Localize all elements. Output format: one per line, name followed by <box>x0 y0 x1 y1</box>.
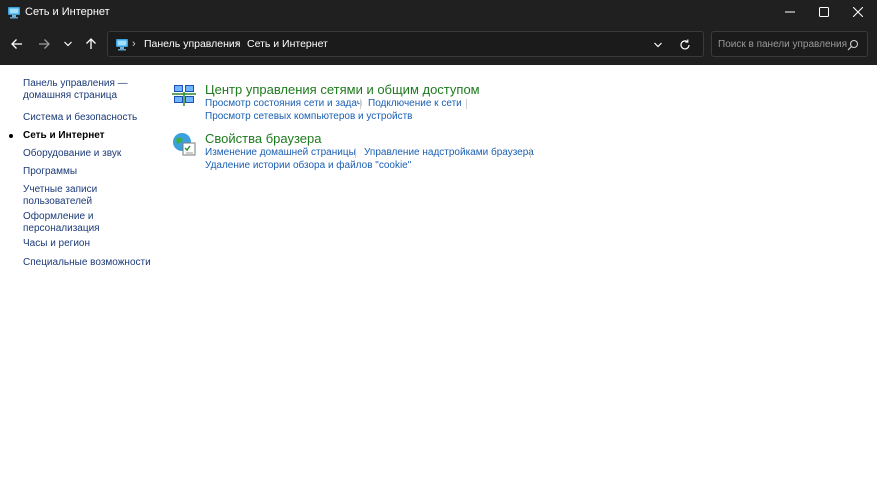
browser-properties-icon[interactable] <box>171 131 197 157</box>
sidebar-item-system-security[interactable]: Система и безопасность <box>23 112 153 124</box>
recent-locations-button[interactable] <box>58 34 78 54</box>
arrow-right-icon <box>39 39 50 49</box>
sidebar-item-clock-region[interactable]: Часы и регион <box>23 238 153 250</box>
chevron-down-icon <box>64 41 72 47</box>
up-button[interactable] <box>81 34 101 54</box>
search-icon[interactable] <box>847 38 859 51</box>
title-bar: Сеть и Интернет <box>0 0 877 24</box>
breadcrumb-separator-icon[interactable]: › <box>132 37 136 51</box>
forward-button[interactable] <box>34 34 54 54</box>
close-button[interactable] <box>841 0 875 24</box>
link-separator <box>530 148 531 158</box>
sidebar-item-accessibility[interactable]: Специальные возможности <box>23 257 153 269</box>
control-panel-window: Сеть и Интернет › Панель управления › Се… <box>0 0 877 494</box>
refresh-icon <box>680 39 690 50</box>
maximize-icon <box>819 7 829 17</box>
link-view-network-status[interactable]: Просмотр состояния сети и задач <box>205 98 362 110</box>
link-manage-addons[interactable]: Управление надстройками браузера <box>364 147 534 159</box>
sidebar-item-hardware-sound[interactable]: Оборудование и звук <box>23 148 153 160</box>
control-panel-icon <box>115 37 129 51</box>
link-change-home-page[interactable]: Изменение домашней страницы <box>205 147 356 159</box>
close-icon <box>853 7 863 17</box>
arrow-left-icon <box>11 39 22 49</box>
sidebar-item-user-accounts[interactable]: Учетные записи пользователей <box>23 184 153 207</box>
sidebar-item-programs[interactable]: Программы <box>23 166 153 178</box>
network-center-icon[interactable] <box>171 82 197 108</box>
breadcrumb-control-panel[interactable]: Панель управления <box>144 38 240 51</box>
window-title: Сеть и Интернет <box>25 6 110 18</box>
sidebar-item-label: Панель управления — <box>23 78 128 89</box>
breadcrumb-network-internet[interactable]: Сеть и Интернет <box>247 38 328 51</box>
search-box[interactable]: Поиск в панели управления <box>711 31 868 57</box>
sidebar-item-label: Оформление и <box>23 211 94 222</box>
back-button[interactable] <box>7 34 27 54</box>
current-item-bullet-icon <box>9 134 13 138</box>
sidebar-item-label: домашняя страница <box>23 89 118 101</box>
arrow-up-icon <box>86 38 96 49</box>
category-title-network-center[interactable]: Центр управления сетями и общим доступом <box>205 82 480 97</box>
sidebar-item-label: пользователей <box>23 195 93 207</box>
link-separator <box>360 99 361 109</box>
category-title-browser-properties[interactable]: Свойства браузера <box>205 131 321 146</box>
content-area: Панель управления — домашняя страница Си… <box>0 65 877 494</box>
address-dropdown-button[interactable] <box>651 38 665 52</box>
refresh-button[interactable] <box>678 38 692 52</box>
link-view-network-computers[interactable]: Просмотр сетевых компьютеров и устройств <box>205 111 413 123</box>
link-delete-history-cookies[interactable]: Удаление истории обзора и файлов "cookie… <box>205 160 411 172</box>
address-bar[interactable]: › Панель управления › Сеть и Интернет <box>107 31 704 57</box>
maximize-button[interactable] <box>807 0 841 24</box>
minimize-icon <box>785 11 795 13</box>
search-input[interactable]: Поиск в панели управления <box>718 38 847 51</box>
sidebar-item-home[interactable]: Панель управления — домашняя страница <box>23 78 153 101</box>
sidebar-item-network-internet: Сеть и Интернет <box>23 130 105 141</box>
minimize-button[interactable] <box>773 0 807 24</box>
link-separator <box>355 148 356 158</box>
navigation-bar: › Панель управления › Сеть и Интернет По… <box>0 24 877 65</box>
link-connect-to-network[interactable]: Подключение к сети <box>368 98 462 110</box>
link-separator <box>466 99 467 109</box>
sidebar-item-label: персонализация <box>23 222 100 234</box>
chevron-down-icon <box>654 42 662 48</box>
breadcrumb-separator-icon[interactable]: › <box>235 37 239 51</box>
sidebar-item-label: Учетные записи <box>23 184 98 195</box>
control-panel-icon <box>7 5 21 19</box>
sidebar-item-appearance[interactable]: Оформление и персонализация <box>23 211 153 234</box>
